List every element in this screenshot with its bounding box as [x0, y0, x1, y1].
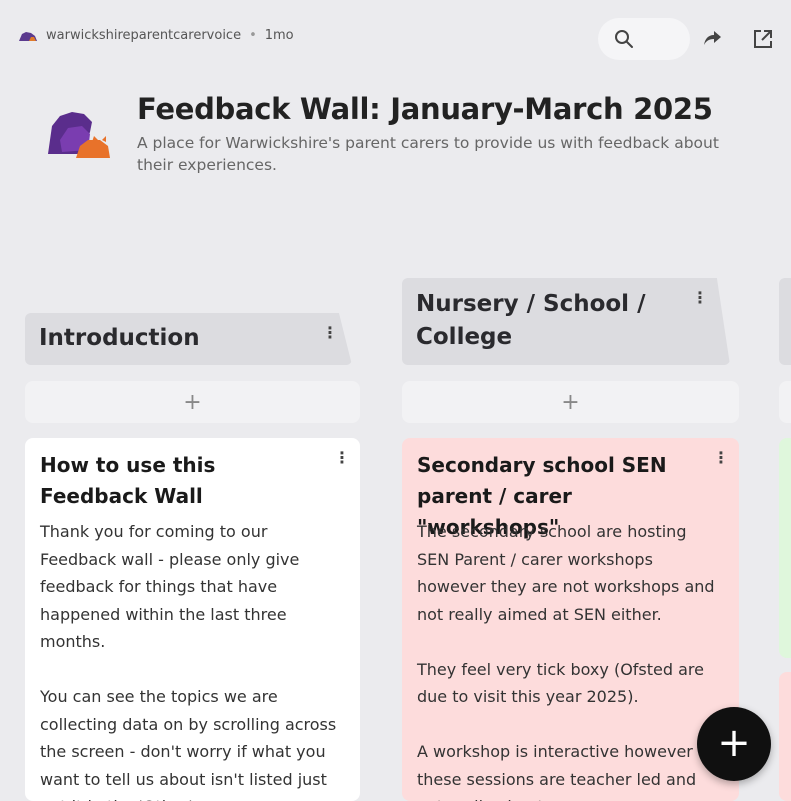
plus-icon: + [183, 389, 202, 415]
post-card[interactable]: How to use this Feedback Wall ⋮ Thank yo… [25, 438, 360, 801]
column-title: Nursery / School / College [416, 291, 646, 350]
column-title: Introduction [39, 325, 200, 351]
post-card[interactable]: Secondary school SEN parent / carer "wor… [402, 438, 739, 801]
bear-logo-icon [48, 112, 110, 158]
post-body: Thank you for coming to our Feedback wal… [40, 522, 337, 801]
kebab-menu-icon[interactable]: ⋮ [713, 448, 729, 467]
open-external-icon[interactable] [752, 28, 774, 50]
kebab-menu-icon[interactable]: ⋮ [334, 448, 350, 467]
add-post-button[interactable]: + [402, 381, 739, 423]
column-header-peek [779, 278, 791, 365]
author-name[interactable]: warwickshireparentcarervoice [46, 28, 241, 43]
column-header-nursery-school-college: Nursery / School / College ⋮ [402, 278, 730, 365]
plus-icon: + [561, 389, 580, 415]
plus-icon: + [717, 720, 751, 766]
add-post-button-peek[interactable] [779, 381, 791, 423]
page-subtitle: A place for Warwickshire's parent carers… [137, 134, 719, 174]
kebab-menu-icon[interactable]: ⋮ [692, 288, 708, 307]
page-title: Feedback Wall: January-March 2025 [137, 92, 713, 126]
post-card-peek[interactable] [779, 672, 791, 801]
post-card-peek[interactable] [779, 438, 791, 658]
add-post-fab-button[interactable]: + [697, 707, 771, 781]
kebab-menu-icon[interactable]: ⋮ [322, 323, 338, 342]
post-time: 1mo [264, 28, 294, 43]
search-icon [615, 30, 633, 48]
author-link[interactable]: warwickshireparentcarervoice • 1mo [18, 28, 294, 43]
bear-logo-icon [19, 31, 37, 41]
separator-dot: • [249, 28, 257, 43]
post-title: How to use this Feedback Wall [40, 453, 216, 508]
add-post-button[interactable]: + [25, 381, 360, 423]
search-button[interactable] [598, 18, 690, 60]
post-body: The secondary school are hosting SEN Par… [417, 522, 715, 801]
column-header-introduction: Introduction ⋮ [25, 313, 352, 365]
share-arrow-icon[interactable] [703, 29, 723, 47]
top-bar: warwickshireparentcarervoice • 1mo [0, 0, 791, 78]
